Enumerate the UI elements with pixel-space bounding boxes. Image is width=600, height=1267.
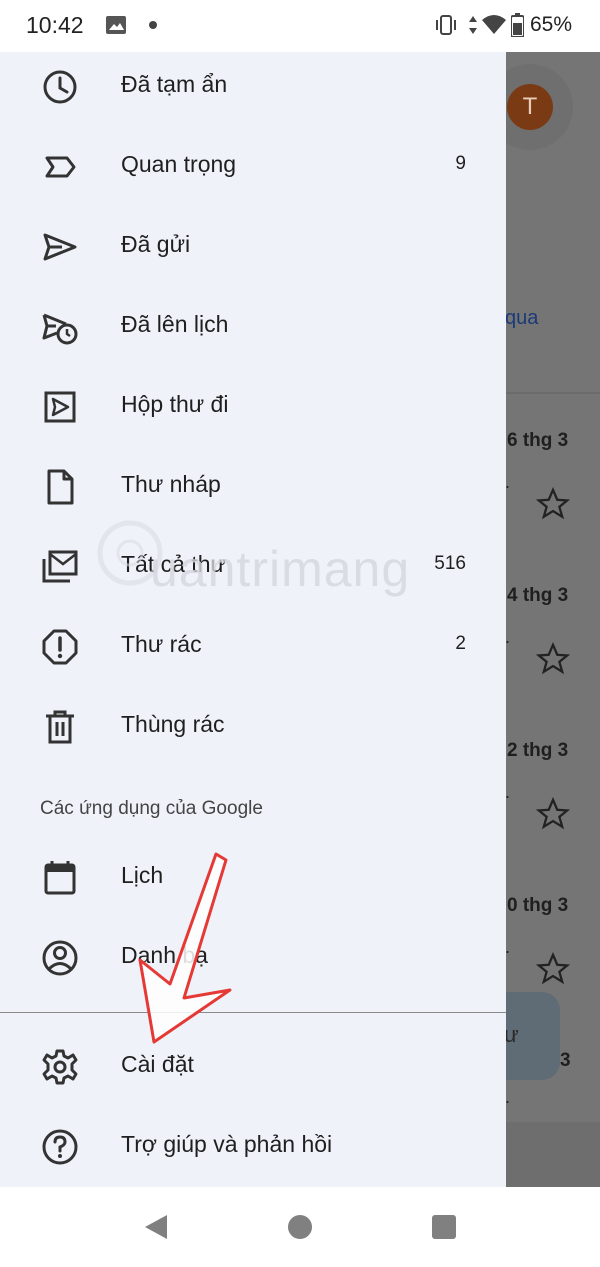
scheduled-send-icon [42, 313, 78, 345]
status-time: 10:42 [26, 12, 84, 38]
image-icon [106, 16, 126, 34]
navigation-drawer: Đã tạm ẩn Quan trọng 9 Đã gửi Đã lên lịc… [0, 52, 506, 1187]
trash-icon [46, 710, 74, 744]
drawer-item-settings[interactable]: Cài đặt [0, 1027, 506, 1107]
drawer-item-label: Đã gửi [121, 231, 191, 257]
google-apps-heading: Các ứng dụng của Google [40, 798, 263, 819]
drawer-divider [0, 1012, 506, 1013]
mail-date: 6 thg 3 [507, 430, 569, 451]
drawer-item-label: Đã tạm ẩn [121, 71, 228, 97]
bg-link-text: qua [505, 307, 539, 329]
star-icon [536, 487, 570, 520]
drawer-item-snoozed[interactable]: Đã tạm ẩn [0, 47, 506, 127]
vibrate-icon [436, 15, 456, 35]
back-icon[interactable] [143, 1213, 169, 1241]
drawer-item-help[interactable]: Trợ giúp và phản hồi [0, 1107, 506, 1187]
divider [505, 392, 600, 394]
spam-icon [42, 629, 78, 665]
wifi-icon: 4 [482, 15, 506, 36]
bottom-bar [505, 1122, 600, 1187]
drawer-item-spam[interactable]: Thư rác 2 [0, 607, 506, 687]
drawer-item-outbox[interactable]: Hộp thư đi [0, 367, 506, 447]
star-icon [536, 952, 570, 985]
drawer-item-label: Trợ giúp và phản hồi [121, 1131, 333, 1157]
drawer-item-contacts[interactable]: Danh bạ [0, 918, 506, 998]
watermark-text: uantrimang [150, 541, 411, 597]
unread-count: 2 [455, 633, 466, 654]
status-bar: 10:42 4 65% [0, 0, 600, 52]
notification-dot-icon [149, 21, 157, 29]
star-icon [536, 797, 570, 830]
annotation-arrow-icon [138, 852, 232, 1044]
mail-date: 4 thg 3 [507, 585, 569, 606]
recents-icon[interactable] [432, 1215, 456, 1239]
drawer-item-label: Quan trọng [121, 151, 237, 177]
drawer-item-label: Hộp thư đi [121, 391, 229, 417]
drawer-item-label: Thư rác [121, 631, 202, 657]
fab-label: ư [504, 1022, 519, 1047]
drawer-item-trash[interactable]: Thùng rác [0, 687, 506, 767]
star-icon [536, 642, 570, 675]
contacts-icon [42, 940, 78, 976]
data-icon [469, 16, 477, 34]
settings-icon [42, 1049, 78, 1085]
draft-icon [47, 469, 74, 505]
drawer-item-sent[interactable]: Đã gửi [0, 207, 506, 287]
clock-icon [43, 70, 77, 104]
help-icon [42, 1129, 78, 1165]
system-nav-bar [0, 1187, 600, 1267]
drawer-item-label: Thùng rác [121, 711, 225, 737]
drawer-item-label: Cài đặt [121, 1051, 194, 1077]
label-important-icon [45, 156, 76, 178]
mail-date: 0 thg 3 [507, 895, 569, 916]
drawer-item-label: Đã lên lịch [121, 311, 229, 337]
home-icon[interactable] [288, 1215, 312, 1239]
drawer-item-scheduled[interactable]: Đã lên lịch [0, 287, 506, 367]
mail-date: 3 [560, 1050, 571, 1071]
drawer-item-label: Thư nháp [121, 471, 221, 497]
avatar: T [507, 84, 553, 130]
unread-count: 9 [455, 153, 466, 174]
svg-text:4: 4 [497, 26, 502, 36]
battery-icon [511, 13, 524, 37]
mail-date: 2 thg 3 [507, 740, 569, 761]
drawer-item-important[interactable]: Quan trọng 9 [0, 127, 506, 207]
calendar-icon [44, 861, 76, 895]
all-mail-icon [42, 550, 78, 583]
outbox-icon [44, 391, 76, 423]
drawer-item-calendar[interactable]: Lịch [0, 838, 506, 918]
send-icon [43, 233, 77, 261]
battery-percent: 65% [530, 13, 573, 36]
